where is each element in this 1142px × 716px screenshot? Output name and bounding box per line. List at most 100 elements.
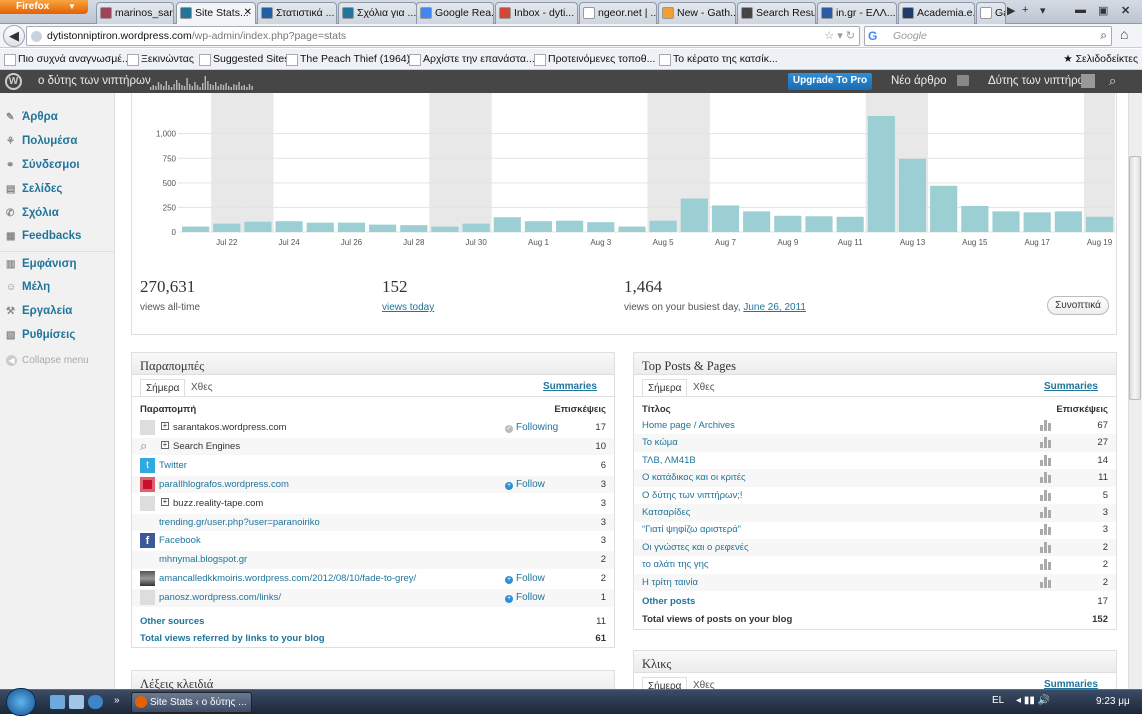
scrollbar-thumb[interactable] <box>1129 156 1141 400</box>
post-title-link[interactable]: Ο δύτης των νιπτήρων;! <box>642 490 743 501</box>
chart-bar[interactable] <box>930 185 958 232</box>
browser-tab[interactable]: Search Resu... <box>737 2 816 24</box>
sidebar-item[interactable]: ⚒ Εργαλεία <box>6 305 72 317</box>
chart-bar[interactable] <box>587 222 615 232</box>
chart-bar[interactable] <box>493 217 521 232</box>
bookmark-item[interactable]: Ξεκινώντας <box>127 53 194 66</box>
browser-tab[interactable]: Inbox - dyti... <box>495 2 578 24</box>
sidebar-item[interactable]: ✆ Σχόλια <box>6 207 59 219</box>
browser-tab[interactable]: marinos_sar... <box>96 2 174 24</box>
browser-tab[interactable]: Site Stats... ✕ <box>176 2 256 25</box>
new-post-link[interactable]: Νέο άρθρο <box>891 75 947 87</box>
post-title-link[interactable]: Οι γνώστες και ο ρεφενές <box>642 542 749 553</box>
tab-scroll-right-icon[interactable]: ▶ <box>1007 4 1015 17</box>
tray-expand-icon[interactable]: ◂ <box>1016 695 1021 706</box>
user-menu[interactable]: Δύτης των νιπτήρων <box>988 75 1092 87</box>
expand-icon[interactable]: + <box>161 497 169 506</box>
post-title-link[interactable]: το αλάτι της γης <box>642 559 709 570</box>
switch-windows-icon[interactable] <box>69 695 84 709</box>
chart-bar[interactable] <box>462 223 490 232</box>
referrer-label[interactable]: Twitter <box>159 460 187 471</box>
google-icon[interactable]: G <box>868 29 877 43</box>
chart-bar[interactable] <box>244 221 272 232</box>
post-title-link[interactable]: Home page / Archives <box>642 420 735 431</box>
referrer-label[interactable]: panosz.wordpress.com/links/ <box>159 592 281 603</box>
chart-bar[interactable] <box>337 222 366 232</box>
bookmarks-menu[interactable]: ★ Σελιδοδείκτες <box>1063 53 1138 65</box>
chart-bar[interactable] <box>524 221 553 232</box>
post-stats-icon[interactable] <box>1040 489 1052 501</box>
tab-close-icon[interactable]: ✕ <box>244 3 252 23</box>
chart-bar[interactable] <box>306 222 334 232</box>
chart-bar[interactable] <box>431 226 459 232</box>
post-title-link[interactable]: ΤΛΒ, ΛΜ41Β <box>642 455 696 466</box>
post-stats-icon[interactable] <box>1040 420 1052 431</box>
back-button[interactable]: ◀ <box>3 25 25 47</box>
post-stats-icon[interactable] <box>1040 576 1052 588</box>
post-stats-icon[interactable] <box>1040 437 1052 449</box>
tab-yesterday[interactable]: Χθες <box>186 379 218 396</box>
chart-bar[interactable] <box>369 224 397 232</box>
post-stats-icon[interactable] <box>1040 507 1052 518</box>
stats-sparkline[interactable] <box>150 74 254 90</box>
search-icon[interactable]: ⌕ <box>1100 28 1107 43</box>
referrer-label[interactable]: Facebook <box>159 535 201 546</box>
chart-bar[interactable] <box>836 216 864 232</box>
bookmark-item[interactable]: Πιο συχνά αναγνωσμέ... <box>4 53 131 66</box>
chart-bar[interactable] <box>1023 212 1051 232</box>
other-posts-link[interactable]: Other posts <box>642 596 695 607</box>
post-stats-icon[interactable] <box>1040 541 1052 553</box>
network-icon[interactable]: ▮▮ <box>1024 695 1035 706</box>
views-today-link[interactable]: views today <box>382 302 434 313</box>
referrer-label[interactable]: trending.gr/user.php?user=paranoiriko <box>159 517 320 528</box>
referrer-label[interactable]: mhnymal.blogspot.gr <box>159 554 247 565</box>
sidebar-item[interactable]: ⚭ Σύνδεσμοι <box>6 159 80 171</box>
maximize-icon[interactable]: ▣ <box>1098 4 1108 17</box>
wordpress-logo-icon[interactable]: W <box>5 73 22 90</box>
expand-icon[interactable]: + <box>161 440 169 449</box>
browser-tab[interactable]: New - Gath... <box>658 2 736 24</box>
search-bar[interactable]: G Google ⌕ <box>864 26 1112 46</box>
clock[interactable]: 9:23 μμ <box>1096 696 1130 707</box>
chart-bar[interactable] <box>556 220 584 232</box>
chart-bar[interactable] <box>213 223 241 232</box>
chart-bar[interactable] <box>618 226 646 232</box>
tab-list-icon[interactable]: ▾ <box>1040 4 1046 17</box>
browser-tab[interactable]: Google Rea... <box>416 2 494 24</box>
notifications-icon[interactable] <box>957 75 969 86</box>
show-desktop-icon[interactable] <box>50 695 65 709</box>
chart-bar[interactable] <box>711 205 740 232</box>
post-stats-icon[interactable] <box>1040 472 1052 484</box>
bookmark-item[interactable]: The Peach Thief (1964)... <box>286 53 419 66</box>
sidebar-item[interactable]: ✎ Άρθρα <box>6 111 58 123</box>
chart-bar[interactable] <box>743 211 771 232</box>
chart-bar[interactable] <box>898 158 927 232</box>
bookmark-item[interactable]: Το κέρατο της κατσίκ... <box>659 53 778 66</box>
referrer-label[interactable]: paraIlhlografos.wordpress.com <box>159 479 289 490</box>
language-indicator[interactable]: EL <box>992 695 1004 706</box>
chart-bar[interactable] <box>400 225 428 232</box>
post-stats-icon[interactable] <box>1040 454 1052 466</box>
browser-tab[interactable]: Σχόλια για ... <box>338 2 417 24</box>
home-icon[interactable]: ⌂ <box>1120 26 1128 42</box>
post-stats-icon[interactable] <box>1040 559 1052 571</box>
dropdown-icon[interactable]: ▾ <box>837 30 843 42</box>
referrer-label[interactable]: amancalledkkmoiris.wordpress.com/2012/08… <box>159 573 416 584</box>
bookmark-item[interactable]: Προτεινόμενες τοποθ... <box>534 53 655 66</box>
post-title-link[interactable]: Κατσαρίδες <box>642 507 690 518</box>
post-title-link[interactable]: “Γιατί ψηφίζω αριστερά” <box>642 524 741 535</box>
tab-today[interactable]: Σήμερα <box>140 379 186 396</box>
tab-today[interactable]: Σήμερα <box>642 379 688 396</box>
sidebar-item[interactable]: ▥ Εμφάνιση <box>6 258 77 270</box>
tab-yesterday[interactable]: Χθες <box>688 379 720 396</box>
chart-bar[interactable] <box>774 215 802 232</box>
volume-icon[interactable]: 🔊 <box>1038 695 1050 706</box>
sidebar-item[interactable]: ☺ Μέλη <box>6 281 50 293</box>
follow-button[interactable]: + Follow <box>505 592 545 604</box>
start-button[interactable] <box>6 688 36 716</box>
sidebar-item[interactable]: ⚘ Πολυμέσα <box>6 135 77 147</box>
site-identity-icon[interactable] <box>31 31 42 42</box>
post-title-link[interactable]: Ο κατάδικος και οι κριτές <box>642 472 746 483</box>
bookmark-item[interactable]: Αρχίστε την επανάστα... <box>409 53 535 66</box>
avatar[interactable] <box>1081 74 1095 88</box>
